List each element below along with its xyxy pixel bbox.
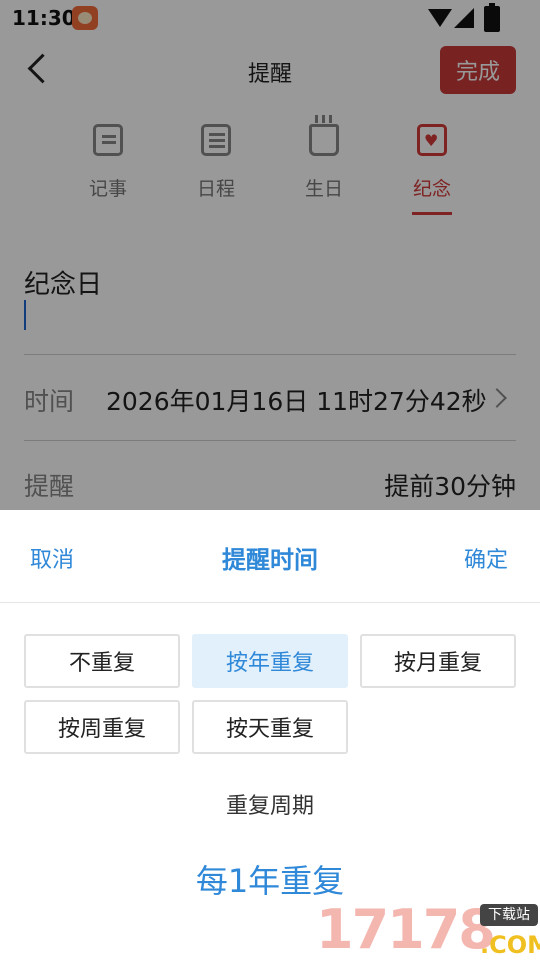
confirm-button[interactable]: 确定 [464, 542, 508, 574]
repeat-option-weekly[interactable]: 按周重复 [24, 700, 180, 754]
modal-overlay[interactable] [0, 0, 540, 510]
repeat-option-none[interactable]: 不重复 [24, 634, 180, 688]
watermark-tag: 下载站 [480, 904, 538, 926]
sheet-header: 取消 提醒时间 确定 [0, 510, 540, 603]
repeat-cycle-label: 重复周期 [225, 794, 314, 819]
watermark-domain: .COM [480, 931, 540, 959]
watermark-number: 17178 [316, 898, 496, 961]
repeat-option-monthly[interactable]: 按月重复 [360, 634, 516, 688]
watermark-logo: 17178 下载站 .COM [316, 900, 540, 960]
repeat-bottom-sheet: 取消 提醒时间 确定 不重复 按年重复 按月重复 按周重复 按天重复 重复周期 … [0, 510, 540, 960]
repeat-cycle-value[interactable]: 每1年重复 [0, 856, 540, 902]
repeat-option-yearly[interactable]: 按年重复 [192, 634, 348, 688]
sheet-title: 提醒时间 [222, 546, 318, 574]
repeat-option-daily[interactable]: 按天重复 [192, 700, 348, 754]
